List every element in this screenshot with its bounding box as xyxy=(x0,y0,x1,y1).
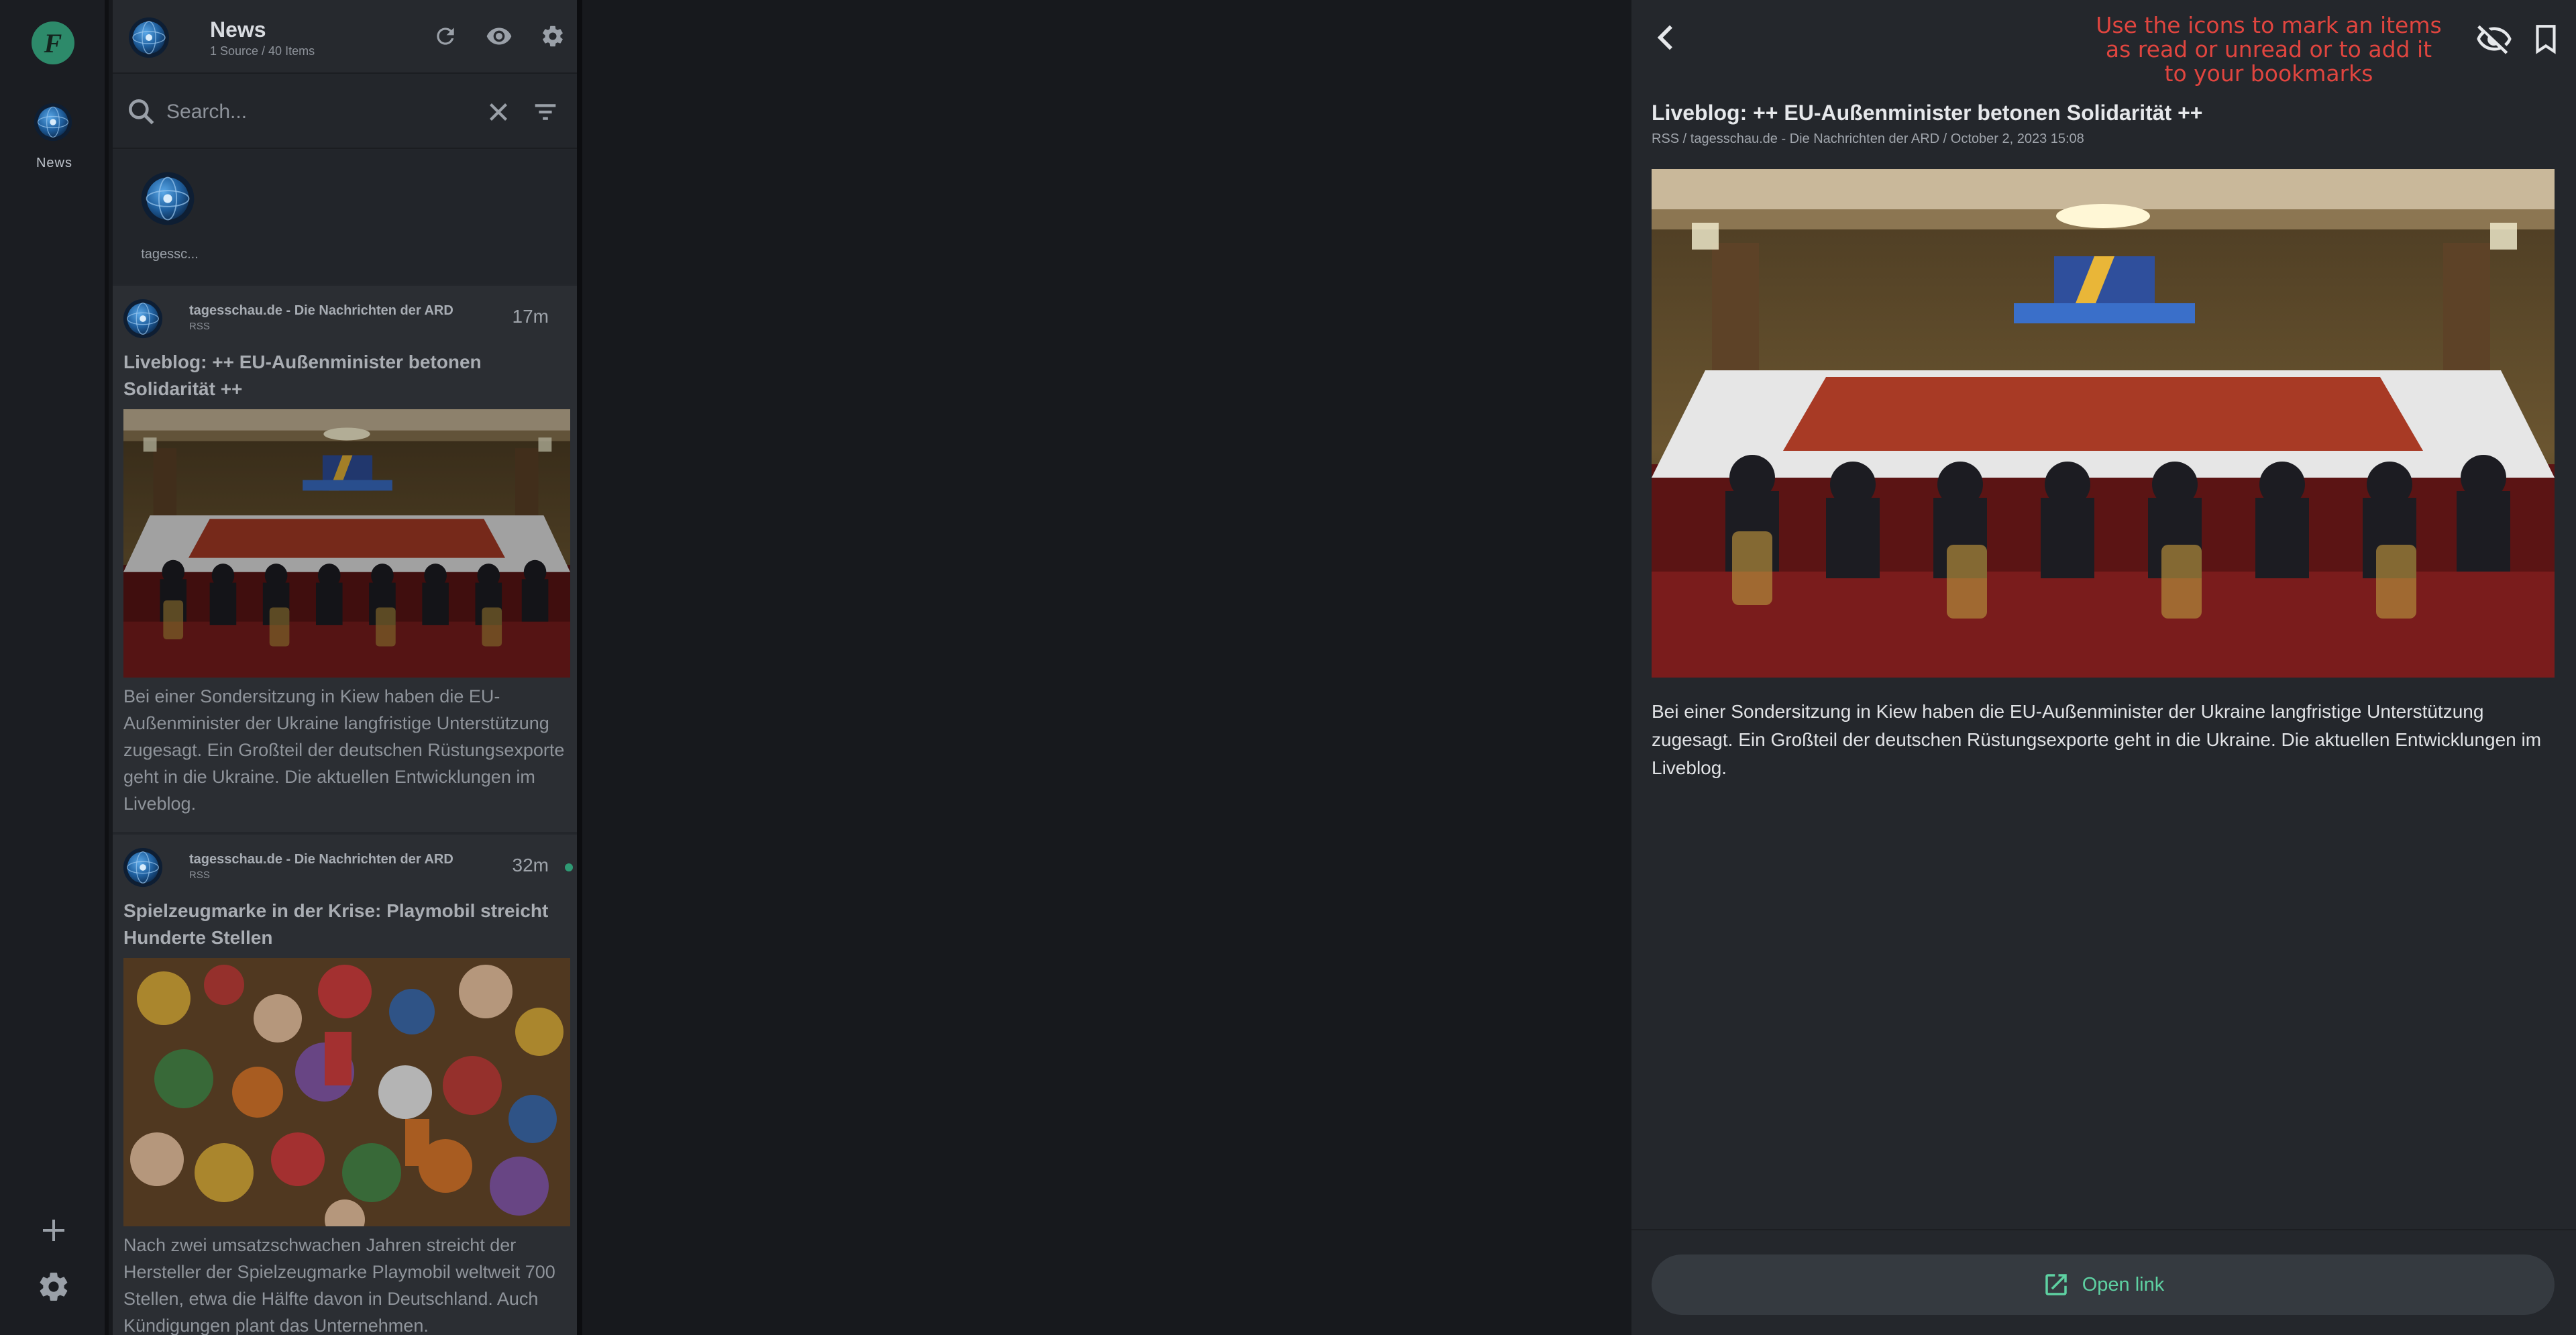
chevron-left-icon xyxy=(1657,25,1672,50)
item-headline: Spielzeugmarke in der Krise: Playmobil s… xyxy=(123,900,549,948)
plus-icon xyxy=(43,1220,64,1241)
list-item[interactable]: tagesschau.de - Die Nachrichten der ARD … xyxy=(113,286,577,832)
bookmark-icon xyxy=(2536,25,2556,54)
item-description: Nach zwei umsatzschwachen Jahren streich… xyxy=(123,1235,555,1335)
article-footer: Open link xyxy=(1631,1229,2576,1335)
item-age: 32m xyxy=(512,855,549,875)
eye-off-icon xyxy=(2477,25,2512,54)
source-strip: tagessc... xyxy=(113,150,577,284)
item-thumbnail xyxy=(123,409,570,678)
refresh-icon xyxy=(437,28,454,45)
feed-news-icon[interactable] xyxy=(33,102,73,142)
article-meta: RSS / tagesschau.de - Die Nachrichten de… xyxy=(1652,131,2084,146)
source-avatar-icon xyxy=(122,847,164,888)
source-avatar-icon xyxy=(122,298,164,339)
list-item[interactable]: tagesschau.de - Die Nachrichten der ARD … xyxy=(113,835,577,1335)
source-label[interactable]: tagessc... xyxy=(126,247,213,262)
refresh-button[interactable] xyxy=(429,20,462,52)
search-input[interactable] xyxy=(166,93,448,131)
unread-indicator xyxy=(565,863,573,871)
open-link-label: Open link xyxy=(2082,1273,2165,1295)
eye-icon xyxy=(486,28,512,45)
bookmark-button[interactable] xyxy=(2529,20,2563,58)
list-header: News 1 Source / 40 Items xyxy=(113,0,577,74)
item-source-name: tagesschau.de - Die Nachrichten der ARD xyxy=(189,852,453,867)
item-headline: Liveblog: ++ EU-Außenminister betonen So… xyxy=(123,352,482,399)
app-rail: F News xyxy=(0,0,109,1335)
item-list-panel: News 1 Source / 40 Items tagessc... tage… xyxy=(113,0,582,1335)
list-title: News xyxy=(210,17,266,42)
item-source-name: tagesschau.de - Die Nachrichten der ARD xyxy=(189,303,453,318)
item-age: 17m xyxy=(512,306,549,327)
list-subtitle: 1 Source / 40 Items xyxy=(210,44,315,58)
app-logo[interactable]: F xyxy=(32,21,74,64)
article-body: Bei einer Sondersitzung in Kiew haben di… xyxy=(1652,701,2542,778)
gear-icon xyxy=(40,1273,68,1301)
article-detail-panel: Use the icons to mark an items as read o… xyxy=(1631,0,2576,1335)
open-link-button[interactable]: Open link xyxy=(1652,1254,2555,1315)
feed-globe-icon xyxy=(127,16,170,59)
close-icon xyxy=(490,103,507,121)
feed-news-label[interactable]: News xyxy=(0,156,109,171)
toggle-read-button[interactable] xyxy=(483,20,515,52)
add-feed-button[interactable] xyxy=(38,1214,70,1246)
back-button[interactable] xyxy=(1648,19,1685,56)
article-title: Liveblog: ++ EU-Außenminister betonen So… xyxy=(1652,101,2203,125)
gear-icon xyxy=(543,25,563,47)
filter-icon xyxy=(535,104,556,120)
item-source-type: RSS xyxy=(189,869,210,881)
app-settings-button[interactable] xyxy=(36,1269,71,1304)
clear-search-button[interactable] xyxy=(483,97,514,127)
source-tagesschau-icon[interactable] xyxy=(140,170,196,227)
item-source-type: RSS xyxy=(189,321,210,332)
item-description: Bei einer Sondersitzung in Kiew haben di… xyxy=(123,686,565,814)
external-link-icon xyxy=(2045,1274,2067,1295)
list-settings-button[interactable] xyxy=(537,20,569,52)
search-bar xyxy=(113,75,577,149)
search-icon xyxy=(125,95,158,129)
filter-button[interactable] xyxy=(530,97,561,127)
annotation-hint: Use the icons to mark an items as read o… xyxy=(2096,12,2442,87)
mark-read-button[interactable] xyxy=(2475,20,2513,58)
item-thumbnail xyxy=(123,958,570,1226)
article-hero-image xyxy=(1652,169,2555,678)
